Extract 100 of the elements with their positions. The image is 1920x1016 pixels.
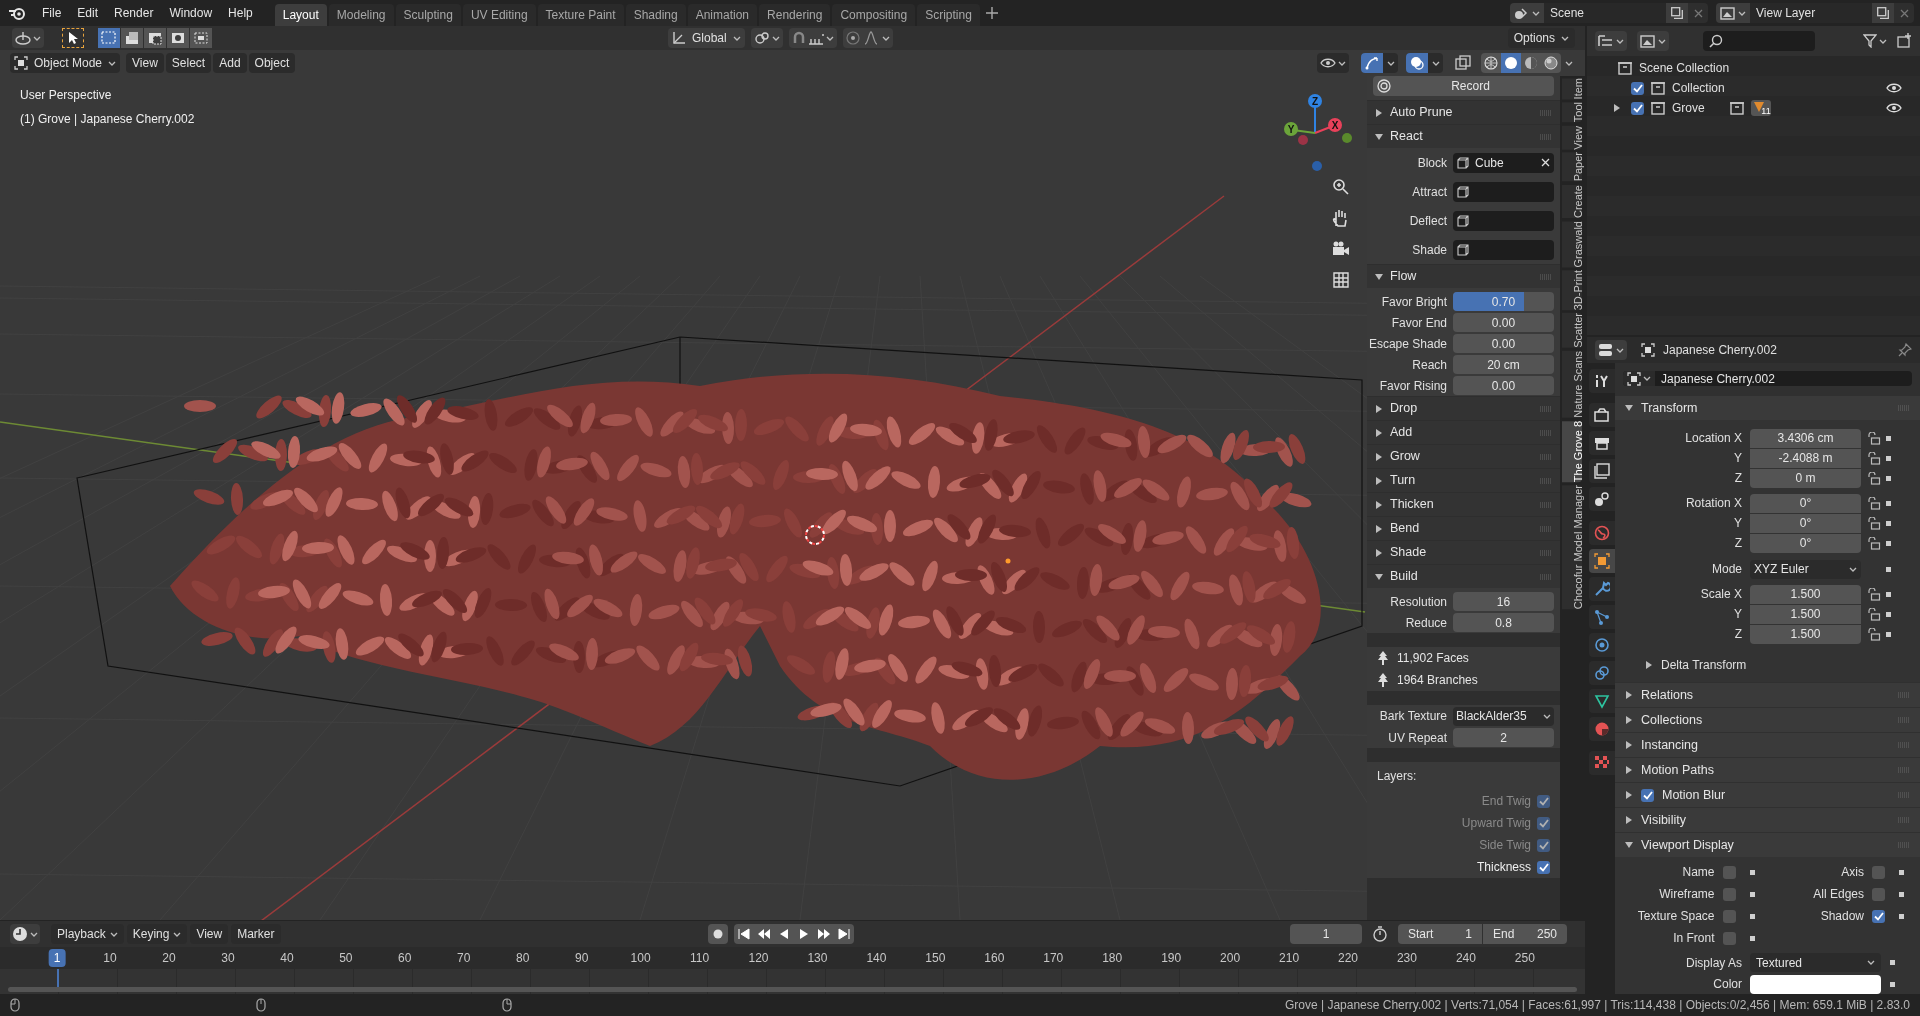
- drag-handle-icon[interactable]: [1540, 477, 1552, 484]
- collapsed-arrow-icon[interactable]: [1375, 500, 1383, 509]
- expanded-arrow-icon[interactable]: [1375, 572, 1383, 581]
- xray-icon[interactable]: [1455, 55, 1471, 71]
- object-field[interactable]: [1453, 181, 1554, 202]
- expanded-arrow-icon[interactable]: [1625, 841, 1633, 849]
- x-axis-handle[interactable]: X: [1314, 118, 1342, 134]
- orientation-dropdown[interactable]: Global: [668, 28, 745, 48]
- sidebar-tab[interactable]: Item: [1562, 78, 1582, 100]
- pivot-dropdown[interactable]: [750, 28, 783, 48]
- dropdown[interactable]: BlackAlder35: [1453, 706, 1554, 726]
- properties-tab[interactable]: [1589, 369, 1615, 393]
- end-frame-field[interactable]: End 250: [1483, 924, 1567, 944]
- add-workspace-icon[interactable]: [985, 7, 998, 19]
- drag-handle-icon[interactable]: [1540, 109, 1552, 116]
- app-logo-icon[interactable]: [8, 5, 26, 21]
- checkbox[interactable]: [1872, 865, 1885, 879]
- sidebar-tab[interactable]: Nature Scans: [1562, 351, 1582, 418]
- expanded-arrow-icon[interactable]: [1375, 272, 1383, 281]
- selection-mode-button[interactable]: [167, 28, 189, 48]
- panel-header[interactable]: Instancing: [1625, 735, 1698, 755]
- number-field[interactable]: 0.00: [1453, 313, 1554, 332]
- object-field[interactable]: [1453, 239, 1554, 260]
- checkbox[interactable]: [1872, 887, 1885, 901]
- sidebar-tab[interactable]: Paper: [1562, 152, 1582, 182]
- panel-header[interactable]: Turn: [1375, 471, 1416, 490]
- shading-mode-button[interactable]: [1501, 53, 1521, 73]
- properties-tab[interactable]: [1589, 689, 1615, 713]
- drag-handle-icon[interactable]: [1540, 273, 1552, 280]
- collapsed-arrow-icon[interactable]: [1625, 791, 1633, 799]
- menu-button[interactable]: Keying: [126, 924, 188, 944]
- properties-tab[interactable]: [1589, 605, 1615, 629]
- checkbox[interactable]: [1631, 81, 1644, 95]
- collapsed-arrow-icon[interactable]: [1375, 404, 1383, 413]
- stopwatch-icon[interactable]: [1372, 926, 1388, 942]
- close-button[interactable]: [1894, 3, 1914, 23]
- color-swatch[interactable]: [1750, 975, 1881, 994]
- properties-tab[interactable]: [1589, 661, 1615, 685]
- view-layer-field[interactable]: View Layer: [1750, 3, 1872, 23]
- number-field[interactable]: 0°: [1750, 533, 1861, 553]
- checkbox[interactable]: [1631, 101, 1644, 115]
- sidebar-tab[interactable]: Create: [1562, 184, 1582, 218]
- panel-header[interactable]: Transform: [1625, 398, 1698, 418]
- number-field[interactable]: 16: [1453, 592, 1554, 611]
- mode-dropdown[interactable]: Object Mode: [10, 53, 121, 73]
- checkbox[interactable]: [1722, 909, 1736, 923]
- checkbox[interactable]: [1722, 931, 1736, 945]
- negative-z-handle[interactable]: [1312, 161, 1322, 171]
- drag-handle-icon[interactable]: [1540, 429, 1552, 436]
- unlocked-padlock-icon[interactable]: [1867, 587, 1881, 601]
- panel-header[interactable]: Drop: [1375, 399, 1418, 418]
- eye-icon[interactable]: [1886, 102, 1902, 114]
- unlocked-padlock-icon[interactable]: [1867, 536, 1881, 550]
- workspace-tab[interactable]: Shading: [625, 4, 686, 26]
- drag-handle-icon[interactable]: [1540, 501, 1552, 508]
- number-field[interactable]: 0.00: [1453, 334, 1554, 353]
- unlocked-padlock-icon[interactable]: [1867, 607, 1881, 621]
- number-field[interactable]: 20 cm: [1453, 355, 1554, 374]
- snap-dropdown[interactable]: [788, 28, 837, 48]
- properties-tab[interactable]: [1589, 459, 1615, 483]
- y-axis-handle[interactable]: Y: [1284, 122, 1316, 136]
- collapsed-arrow-icon[interactable]: [1625, 741, 1633, 749]
- select-tool-button[interactable]: [62, 28, 84, 48]
- properties-tab[interactable]: [1589, 487, 1615, 511]
- subpanel-header[interactable]: Delta Transform: [1645, 656, 1747, 674]
- drag-handle-icon[interactable]: [1540, 573, 1552, 580]
- panel-header[interactable]: Grow: [1375, 447, 1420, 466]
- collapsed-arrow-icon[interactable]: [1375, 452, 1383, 461]
- record-keyframes-button[interactable]: [708, 924, 728, 944]
- unlocked-padlock-icon[interactable]: [1867, 471, 1881, 485]
- menu-button[interactable]: Marker: [231, 924, 281, 944]
- picture-selector[interactable]: [1716, 3, 1750, 23]
- workspace-tab[interactable]: UV Editing: [462, 4, 536, 26]
- workspace-tab[interactable]: Sculpting: [395, 4, 461, 26]
- number-field[interactable]: 0 m: [1750, 468, 1861, 488]
- number-field[interactable]: 1.500: [1750, 584, 1861, 604]
- drag-handle-icon[interactable]: [1540, 549, 1552, 556]
- start-frame-field[interactable]: Start 1: [1398, 924, 1482, 944]
- properties-tab[interactable]: [1589, 633, 1615, 657]
- menu-item[interactable]: Render: [106, 2, 162, 24]
- menu-button[interactable]: Object: [248, 53, 296, 73]
- eye-icon[interactable]: [1886, 82, 1902, 94]
- number-field[interactable]: 3.4306 cm: [1750, 428, 1861, 448]
- shading-mode-button[interactable]: [1521, 53, 1541, 73]
- outliner-item[interactable]: Collection: [1672, 79, 1725, 97]
- panel-header[interactable]: Add: [1375, 423, 1413, 442]
- sidebar-tab[interactable]: The Grove 8: [1562, 420, 1582, 483]
- unlocked-padlock-icon[interactable]: [1867, 431, 1881, 445]
- object-field[interactable]: Cube: [1453, 152, 1554, 173]
- collapsed-arrow-icon[interactable]: [1625, 716, 1633, 724]
- number-field[interactable]: 1.500: [1750, 624, 1861, 644]
- number-field[interactable]: -2.4088 m: [1750, 448, 1861, 468]
- outliner-item[interactable]: Grove: [1672, 99, 1705, 117]
- menu-button[interactable]: View: [190, 924, 229, 944]
- object-name-field[interactable]: Japanese Cherry.002: [1623, 371, 1912, 386]
- negative-y-handle[interactable]: [1342, 133, 1352, 143]
- number-field[interactable]: 2: [1453, 728, 1554, 747]
- collapsed-arrow-icon[interactable]: [1613, 104, 1621, 112]
- collapsed-arrow-icon[interactable]: [1625, 816, 1633, 824]
- unlocked-padlock-icon[interactable]: [1867, 451, 1881, 465]
